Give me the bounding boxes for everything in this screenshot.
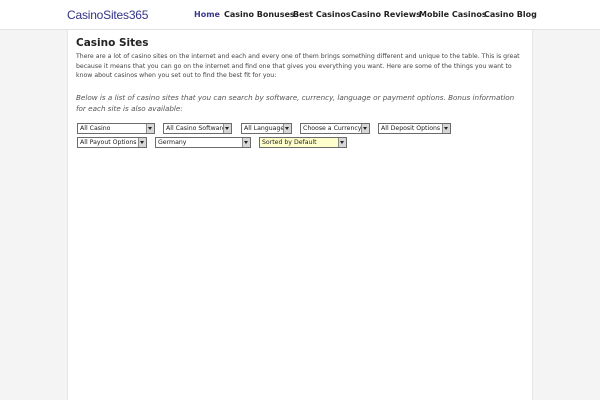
chevron-down-icon <box>223 124 231 133</box>
deposit-value: All Deposit Options <box>381 125 441 132</box>
nav-casino-bonuses[interactable]: Casino Bonuses <box>224 10 295 19</box>
sort-value: Sorted by Default <box>262 139 317 146</box>
chevron-down-icon <box>442 124 450 133</box>
nav-mobile-casinos[interactable]: Mobile Casinos <box>419 10 487 19</box>
nav-casino-blog[interactable]: Casino Blog <box>484 10 537 19</box>
chevron-down-icon <box>338 138 346 147</box>
currency-select[interactable]: Choose a Currency <box>300 123 370 134</box>
language-value: All Language <box>244 125 285 132</box>
language-select[interactable]: All Language <box>241 123 292 134</box>
intro-paragraph: There are a lot of casino sites on the i… <box>76 53 520 79</box>
nav-best-casinos[interactable]: Best Casinos <box>293 10 351 19</box>
software-select[interactable]: All Casino Software <box>163 123 232 134</box>
currency-value: Choose a Currency <box>303 125 362 132</box>
chevron-down-icon <box>242 138 250 147</box>
payout-select[interactable]: All Payout Options <box>77 137 147 148</box>
casino-type-select[interactable]: All Casino <box>77 123 155 134</box>
site-header: CasinoSites365 Home Casino Bonuses Best … <box>0 0 600 30</box>
sort-select[interactable]: Sorted by Default <box>259 137 347 148</box>
search-note: Below is a list of casino sites that you… <box>76 93 515 113</box>
main-content: Casino Sites There are a lot of casino s… <box>67 30 533 400</box>
country-value: Germany <box>158 139 187 146</box>
main-nav: Home Casino Bonuses Best Casinos Casino … <box>0 10 600 22</box>
nav-casino-reviews[interactable]: Casino Reviews <box>351 10 421 19</box>
chevron-down-icon <box>138 138 146 147</box>
chevron-down-icon <box>146 124 154 133</box>
software-value: All Casino Software <box>166 125 226 132</box>
chevron-down-icon <box>361 124 369 133</box>
casino-type-value: All Casino <box>80 125 111 132</box>
page-title: Casino Sites <box>76 37 149 49</box>
chevron-down-icon <box>283 124 291 133</box>
country-select[interactable]: Germany <box>155 137 251 148</box>
nav-home[interactable]: Home <box>194 10 220 19</box>
payout-value: All Payout Options <box>80 139 137 146</box>
deposit-select[interactable]: All Deposit Options <box>378 123 451 134</box>
